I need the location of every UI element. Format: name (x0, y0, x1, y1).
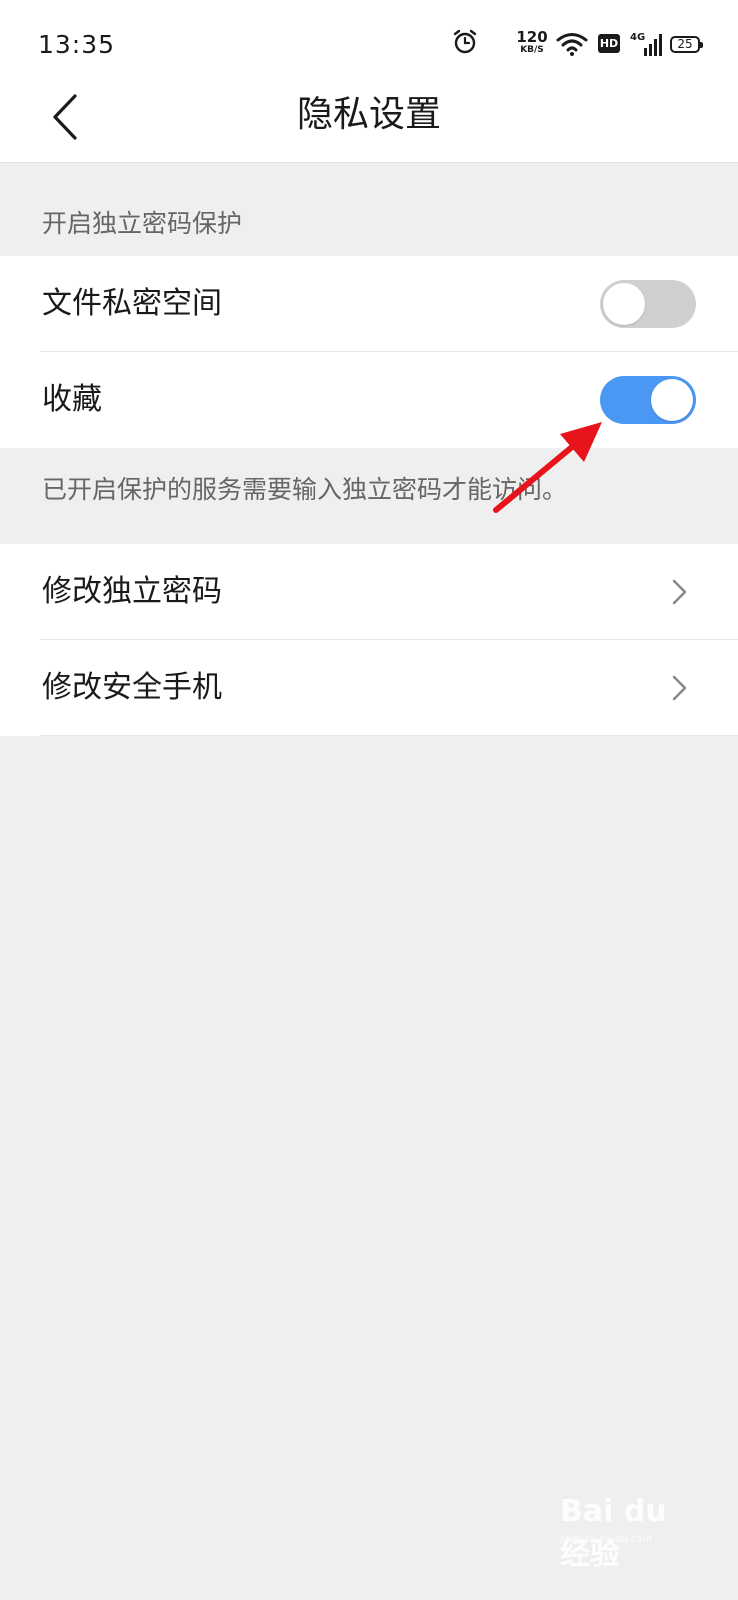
setting-label: 收藏 (42, 382, 102, 417)
annotation-arrow-icon (493, 422, 602, 513)
status-icons: 120 KB/S HD 4G 25 (452, 28, 704, 62)
menu-row-change-password[interactable]: 修改独立密码 (0, 544, 738, 640)
private-space-toggle[interactable] (600, 280, 696, 328)
battery-icon: 25 (670, 36, 703, 53)
toggle-knob (603, 283, 645, 325)
page-title: 隐私设置 (296, 94, 441, 135)
chevron-right-icon (672, 675, 687, 701)
watermark-sub: jingyan.baidu.com (560, 1534, 653, 1545)
network-type: 4G (630, 32, 646, 43)
network-speed: 120 KB/S (514, 30, 550, 55)
signal-icon (644, 34, 662, 56)
setting-row-private-space[interactable]: 文件私密空间 (0, 256, 738, 352)
network-speed-unit: KB/S (520, 45, 544, 55)
section-header: 开启独立密码保护 (42, 209, 243, 238)
toggle-knob (651, 379, 693, 421)
status-time: 13:35 (38, 30, 116, 59)
wifi-icon (556, 33, 588, 56)
watermark-logo: Bai du 经验 jingyan.baidu.com (560, 1486, 700, 1572)
alarm-icon (453, 29, 477, 54)
chevron-right-icon (672, 579, 687, 605)
status-bar: 13:35 120 KB/S HD 4G 25 (0, 0, 738, 88)
menu-label: 修改安全手机 (42, 670, 222, 705)
setting-label: 文件私密空间 (42, 286, 222, 321)
account-group: 修改独立密码 修改安全手机 (0, 544, 738, 736)
network-speed-value: 120 (516, 28, 548, 46)
divider (40, 735, 738, 736)
menu-row-change-phone[interactable]: 修改安全手机 (0, 640, 738, 736)
nav-bar: 隐私设置 (0, 88, 738, 163)
setting-row-favorites[interactable]: 收藏 (0, 352, 738, 448)
hd-badge: HD (598, 34, 620, 53)
protection-group: 文件私密空间 收藏 (0, 256, 738, 448)
menu-label: 修改独立密码 (42, 574, 222, 609)
